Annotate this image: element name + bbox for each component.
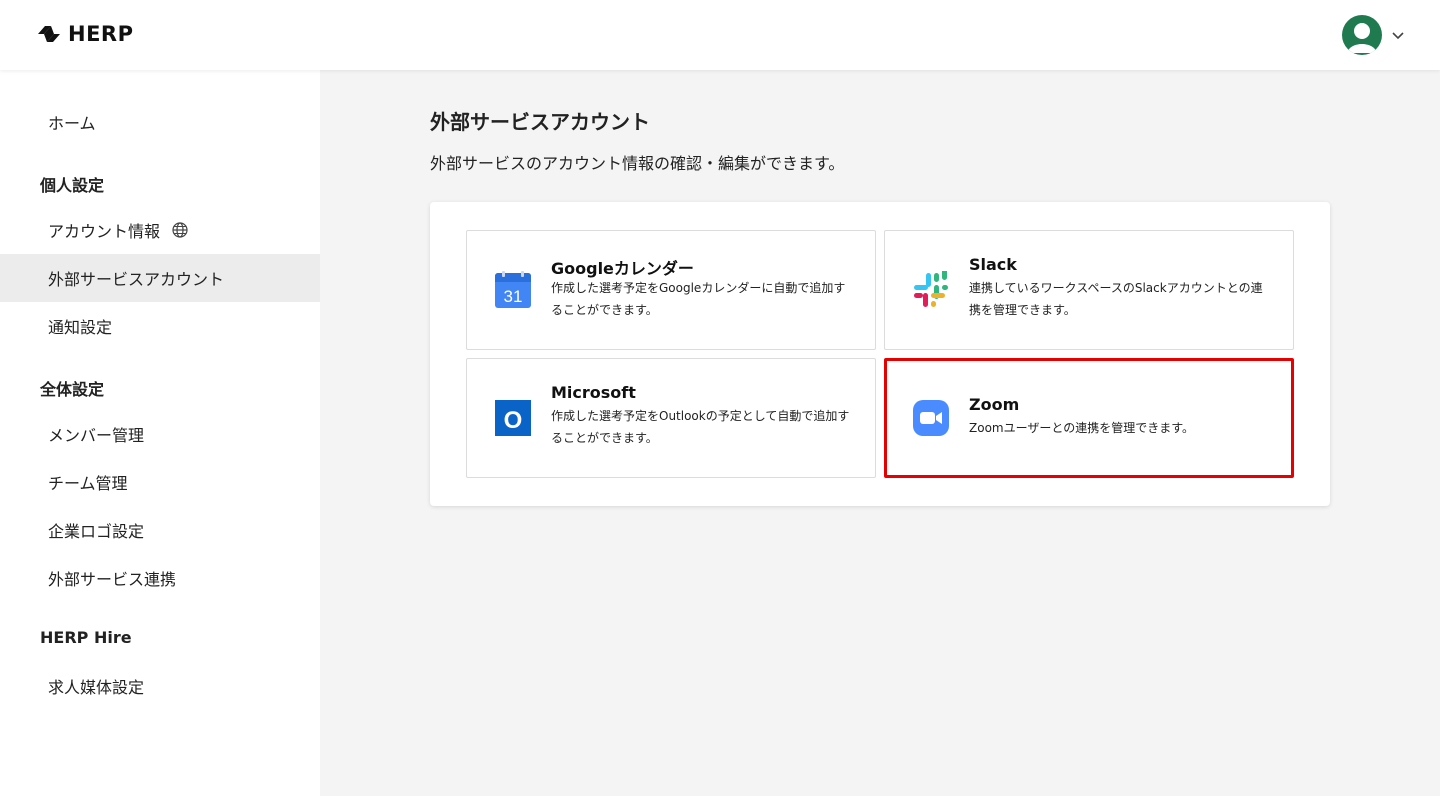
card-title: Slack	[969, 255, 1017, 274]
card-description-line: 携を管理できます。	[969, 303, 1076, 317]
sidebar-item-job-media[interactable]: 求人媒体設定	[0, 662, 320, 710]
card-description-line: ることができます。	[551, 431, 658, 445]
zoom-icon	[913, 400, 949, 436]
sidebar-item-external-accounts[interactable]: 外部サービスアカウント	[0, 254, 320, 302]
microsoft-card[interactable]: O Microsoft 作成した選考予定をOutlookの予定として自動で追加す…	[466, 358, 876, 478]
sidebar-section-global: 全体設定	[40, 380, 105, 399]
globe-icon	[172, 222, 188, 238]
sidebar-item-notifications[interactable]: 通知設定	[0, 302, 320, 350]
chevron-down-icon[interactable]	[1390, 28, 1406, 42]
user-avatar-icon	[1347, 23, 1377, 53]
sidebar-item-home[interactable]: ホーム	[0, 98, 320, 146]
google-calendar-icon: 31	[495, 271, 531, 308]
sidebar-item-label: 通知設定	[48, 318, 113, 337]
sidebar-item-label: ホーム	[48, 114, 96, 133]
herp-logo-icon	[38, 26, 60, 42]
page-title: 外部サービスアカウント	[430, 110, 650, 134]
sidebar-item-external-integrations[interactable]: 外部サービス連携	[0, 554, 320, 602]
sidebar-item-members[interactable]: メンバー管理	[0, 410, 320, 458]
sidebar-item-label: 求人媒体設定	[48, 678, 145, 697]
sidebar-section-herp-hire: HERP Hire	[40, 628, 132, 647]
card-description-line: 連携しているワークスペースのSlackアカウントとの連	[969, 281, 1263, 295]
sidebar-item-label: 外部サービスアカウント	[48, 270, 225, 289]
external-services-panel: 31 Googleカレンダー 作成した選考予定をGoogleカレンダーに自動で追…	[430, 202, 1330, 506]
sidebar-section-personal: 個人設定	[40, 176, 105, 195]
sidebar-item-label: メンバー管理	[48, 426, 145, 445]
herp-logo[interactable]: HERP	[36, 22, 133, 46]
slack-icon	[914, 271, 948, 307]
sidebar-item-company-logo[interactable]: 企業ロゴ設定	[0, 506, 320, 554]
top-header: HERP	[0, 0, 1440, 70]
slack-card[interactable]: Slack 連携しているワークスペースのSlackアカウントとの連 携を管理でき…	[884, 230, 1294, 350]
sidebar-item-label: チーム管理	[48, 474, 128, 493]
sidebar: ホーム 個人設定 アカウント情報 外部サービスアカウント 通知設定 全体設定 メ…	[0, 70, 320, 796]
outlook-icon: O	[495, 400, 531, 436]
sidebar-item-label: 外部サービス連携	[48, 570, 177, 589]
logo-text: HERP	[68, 22, 134, 46]
card-description-line: 作成した選考予定をGoogleカレンダーに自動で追加す	[551, 281, 846, 295]
card-description-line: 作成した選考予定をOutlookの予定として自動で追加す	[551, 409, 850, 423]
card-title: Microsoft	[551, 383, 636, 402]
google-calendar-card[interactable]: 31 Googleカレンダー 作成した選考予定をGoogleカレンダーに自動で追…	[466, 230, 876, 350]
card-description-line: ることができます。	[551, 303, 658, 317]
sidebar-item-label: アカウント情報	[48, 222, 161, 241]
zoom-card[interactable]: Zoom Zoomユーザーとの連携を管理できます。	[884, 358, 1294, 478]
calendar-day-text: 31	[504, 287, 523, 306]
outlook-letter-text: O	[504, 407, 523, 434]
avatar[interactable]	[1342, 15, 1382, 55]
card-description-line: Zoomユーザーとの連携を管理できます。	[969, 421, 1195, 435]
page-description: 外部サービスのアカウント情報の確認・編集ができます。	[430, 154, 845, 173]
card-title: Zoom	[969, 395, 1020, 414]
sidebar-item-account-info[interactable]: アカウント情報	[0, 206, 320, 254]
sidebar-item-label: 企業ロゴ設定	[48, 522, 145, 541]
card-title: Googleカレンダー	[551, 259, 694, 278]
sidebar-item-teams[interactable]: チーム管理	[0, 458, 320, 506]
